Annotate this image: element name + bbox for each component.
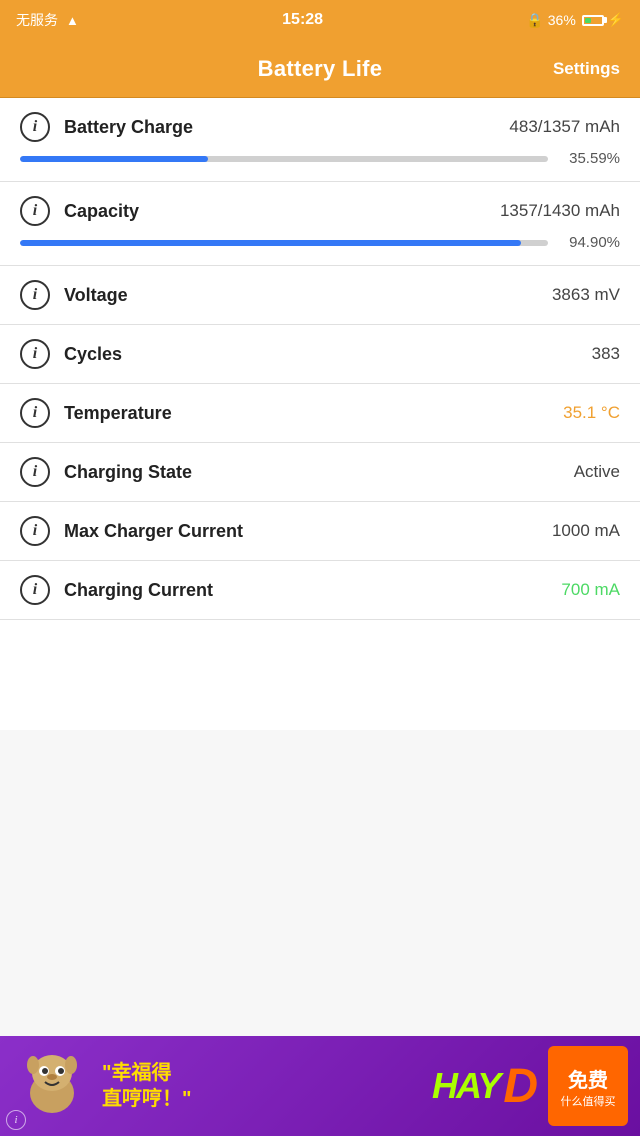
row-left-charging-current: i Charging Current [20, 575, 213, 605]
ad-free-box[interactable]: 免费 什么值得买 [548, 1046, 628, 1126]
row-label-voltage: Voltage [64, 285, 128, 306]
row-value-charging-current: 700 mA [561, 580, 620, 600]
row-main-charging-state: i Charging State Active [20, 457, 620, 487]
progress-pct: 94.90% [560, 234, 620, 251]
row-voltage[interactable]: i Voltage 3863 mV [0, 266, 640, 325]
info-icon-battery-charge[interactable]: i [20, 112, 50, 142]
row-left-charging-state: i Charging State [20, 457, 192, 487]
row-label-capacity: Capacity [64, 201, 139, 222]
row-main-charging-current: i Charging Current 700 mA [20, 575, 620, 605]
row-label-charging-state: Charging State [64, 462, 192, 483]
progress-pct: 35.59% [560, 150, 620, 167]
ad-text-block: "幸福得 直哼哼！" [102, 1060, 422, 1112]
row-left-max-charger-current: i Max Charger Current [20, 516, 243, 546]
row-main-max-charger-current: i Max Charger Current 1000 mA [20, 516, 620, 546]
info-icon-charging-current[interactable]: i [20, 575, 50, 605]
row-left-capacity: i Capacity [20, 196, 139, 226]
progress-row-battery-charge: 35.59% [20, 150, 620, 167]
info-icon-max-charger-current[interactable]: i [20, 516, 50, 546]
row-label-max-charger-current: Max Charger Current [64, 521, 243, 542]
battery-fill [585, 18, 591, 23]
row-label-temperature: Temperature [64, 403, 172, 424]
ad-free-sub: 什么值得买 [561, 1093, 616, 1109]
progress-bar-wrap [20, 240, 548, 246]
row-main-voltage: i Voltage 3863 mV [20, 280, 620, 310]
row-value-temperature: 35.1 °C [563, 403, 620, 423]
row-charging-current[interactable]: i Charging Current 700 mA [0, 561, 640, 620]
lock-icon: 🔒 [526, 12, 543, 29]
row-battery-charge[interactable]: i Battery Charge 483/1357 mAh 35.59% [0, 98, 640, 182]
info-icon-charging-state[interactable]: i [20, 457, 50, 487]
status-bar: 无服务 ▲ 15:28 🔒 36% ⚡ [0, 0, 640, 40]
info-icon-cycles[interactable]: i [20, 339, 50, 369]
status-left: 无服务 ▲ [16, 10, 79, 30]
battery-icon [582, 15, 604, 26]
ad-text-line1: "幸福得 直哼哼！" [102, 1060, 191, 1112]
row-value-battery-charge: 483/1357 mAh [509, 117, 620, 137]
time-label: 15:28 [282, 11, 323, 29]
progress-bar-wrap [20, 156, 548, 162]
wifi-icon: ▲ [66, 13, 79, 28]
row-main-cycles: i Cycles 383 [20, 339, 620, 369]
row-cycles[interactable]: i Cycles 383 [0, 325, 640, 384]
row-label-charging-current: Charging Current [64, 580, 213, 601]
row-left-battery-charge: i Battery Charge [20, 112, 193, 142]
charging-bolt: ⚡ [608, 12, 624, 28]
row-main-capacity: i Capacity 1357/1430 mAh [20, 196, 620, 226]
row-left-temperature: i Temperature [20, 398, 172, 428]
ad-free-label: 免费 [568, 1064, 608, 1093]
battery-percent: 36% [548, 12, 576, 28]
page-title: Battery Life [258, 56, 383, 82]
info-icon-voltage[interactable]: i [20, 280, 50, 310]
carrier-label: 无服务 [16, 10, 58, 30]
row-label-battery-charge: Battery Charge [64, 117, 193, 138]
nav-bar: Battery Life Settings [0, 40, 640, 98]
content-area: i Battery Charge 483/1357 mAh 35.59% i C… [0, 98, 640, 730]
ad-logo-d: D [503, 1059, 538, 1114]
progress-row-capacity: 94.90% [20, 234, 620, 251]
info-icon-capacity[interactable]: i [20, 196, 50, 226]
status-right: 🔒 36% ⚡ [526, 12, 624, 29]
row-left-voltage: i Voltage [20, 280, 128, 310]
ad-content: "幸福得 直哼哼！" HAY D 免费 什么值得买 [0, 1038, 640, 1134]
row-capacity[interactable]: i Capacity 1357/1430 mAh 94.90% [0, 182, 640, 266]
row-left-cycles: i Cycles [20, 339, 122, 369]
ad-info-icon[interactable]: i [6, 1110, 26, 1130]
ad-logo: HAY D [432, 1059, 538, 1114]
row-main-battery-charge: i Battery Charge 483/1357 mAh [20, 112, 620, 142]
progress-bar-fill [20, 240, 521, 246]
row-value-voltage: 3863 mV [552, 285, 620, 305]
row-value-max-charger-current: 1000 mA [552, 521, 620, 541]
row-value-cycles: 383 [592, 344, 620, 364]
settings-button[interactable]: Settings [553, 59, 620, 79]
row-main-temperature: i Temperature 35.1 °C [20, 398, 620, 428]
row-value-charging-state: Active [574, 462, 620, 482]
row-label-cycles: Cycles [64, 344, 122, 365]
ad-logo-hay: HAY [432, 1065, 499, 1107]
info-icon-temperature[interactable]: i [20, 398, 50, 428]
ad-banner[interactable]: "幸福得 直哼哼！" HAY D 免费 什么值得买 i [0, 1036, 640, 1136]
row-value-capacity: 1357/1430 mAh [500, 201, 620, 221]
progress-bar-fill [20, 156, 208, 162]
row-charging-state[interactable]: i Charging State Active [0, 443, 640, 502]
row-temperature[interactable]: i Temperature 35.1 °C [0, 384, 640, 443]
row-max-charger-current[interactable]: i Max Charger Current 1000 mA [0, 502, 640, 561]
